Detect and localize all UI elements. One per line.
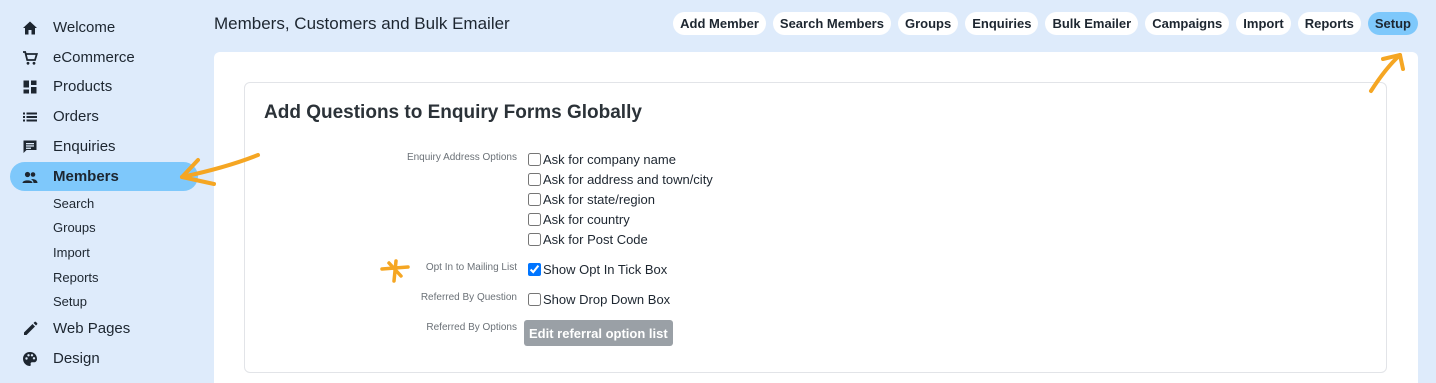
people-icon [22,169,38,185]
sidebar-item-label: Products [53,78,113,95]
dashboard-icon [22,79,38,95]
sidebar-item-label: Welcome [53,19,116,36]
enquiry-address-options-label: Enquiry Address Options [406,152,517,163]
sidebar-item-label: Web Pages [53,320,131,337]
sidebar-subitem-search[interactable]: Search [53,196,94,211]
sidebar-item-web-pages[interactable]: Web Pages [10,314,198,343]
page-title: Members, Customers and Bulk Emailer [214,14,510,33]
sidebar-item-products[interactable]: Products [10,72,198,101]
address-town-checkbox[interactable] [528,172,541,186]
chat-icon [22,139,38,155]
opt-in-mailing-list-label: Opt In to Mailing List [425,262,517,273]
opt-in-option: Show Opt In Tick Box [528,261,667,277]
tab-groups[interactable]: Groups [897,12,959,35]
top-nav: Add Member Search Members Groups Enquiri… [673,12,1418,35]
sidebar-item-label: Orders [53,108,99,125]
tab-bulk-emailer[interactable]: Bulk Emailer [1045,12,1139,35]
company-name-option: Ask for company name [528,151,676,167]
sidebar-subitem-import[interactable]: Import [53,245,90,260]
post-code-checkbox[interactable] [528,232,541,246]
home-icon [22,20,38,36]
option-label: Ask for country [543,211,630,227]
country-option: Ask for country [528,211,630,227]
drop-down-option: Show Drop Down Box [528,291,670,307]
main-panel: Add Questions to Enquiry Forms Globally … [214,52,1418,383]
state-region-option: Ask for state/region [528,191,655,207]
sidebar-item-ecommerce[interactable]: eCommerce [10,43,198,72]
country-checkbox[interactable] [528,212,541,226]
tab-enquiries[interactable]: Enquiries [965,12,1039,35]
post-code-option: Ask for Post Code [528,231,648,247]
option-label: Ask for Post Code [543,231,648,247]
sidebar-item-label: Members [53,168,119,185]
address-town-option: Ask for address and town/city [528,171,713,187]
sidebar-subitem-groups[interactable]: Groups [53,220,96,235]
sidebar-item-label: Design [53,350,100,367]
enquiry-questions-card: Add Questions to Enquiry Forms Globally … [244,82,1387,373]
option-label: Show Opt In Tick Box [543,261,668,277]
cart-icon [22,50,38,66]
sidebar-item-label: Enquiries [53,138,116,155]
drop-down-checkbox[interactable] [528,292,541,306]
referred-by-question-label: Referred By Question [420,292,517,303]
edit-referral-option-list-button[interactable]: Edit referral option list [524,320,673,346]
tab-add-member[interactable]: Add Member [673,12,766,35]
pencil-icon [22,321,38,337]
list-icon [22,109,38,125]
company-name-checkbox[interactable] [528,152,541,166]
sidebar-item-label: eCommerce [53,49,135,66]
option-label: Ask for state/region [543,191,655,207]
tab-reports[interactable]: Reports [1297,12,1361,35]
tab-campaigns[interactable]: Campaigns [1145,12,1230,35]
state-region-checkbox[interactable] [528,192,541,206]
option-label: Ask for address and town/city [543,171,713,187]
opt-in-checkbox[interactable] [528,262,541,276]
option-label: Show Drop Down Box [543,291,671,307]
sidebar-item-welcome[interactable]: Welcome [10,13,198,42]
sidebar-item-enquiries[interactable]: Enquiries [10,132,198,161]
sidebar-subitem-setup[interactable]: Setup [53,294,87,309]
card-title: Add Questions to Enquiry Forms Globally [264,102,642,123]
sidebar-item-design[interactable]: Design [10,344,198,373]
referred-by-options-label: Referred By Options [426,322,517,333]
sidebar-item-members[interactable]: Members [10,162,198,191]
sidebar-subitem-reports[interactable]: Reports [53,270,99,285]
option-label: Ask for company name [543,151,676,167]
tab-search-members[interactable]: Search Members [772,12,891,35]
tab-setup[interactable]: Setup [1367,12,1418,35]
sidebar: Welcome eCommerce Products Orders Enquir… [0,0,214,383]
palette-icon [22,351,38,367]
sidebar-item-orders[interactable]: Orders [10,102,198,131]
tab-import[interactable]: Import [1236,12,1291,35]
